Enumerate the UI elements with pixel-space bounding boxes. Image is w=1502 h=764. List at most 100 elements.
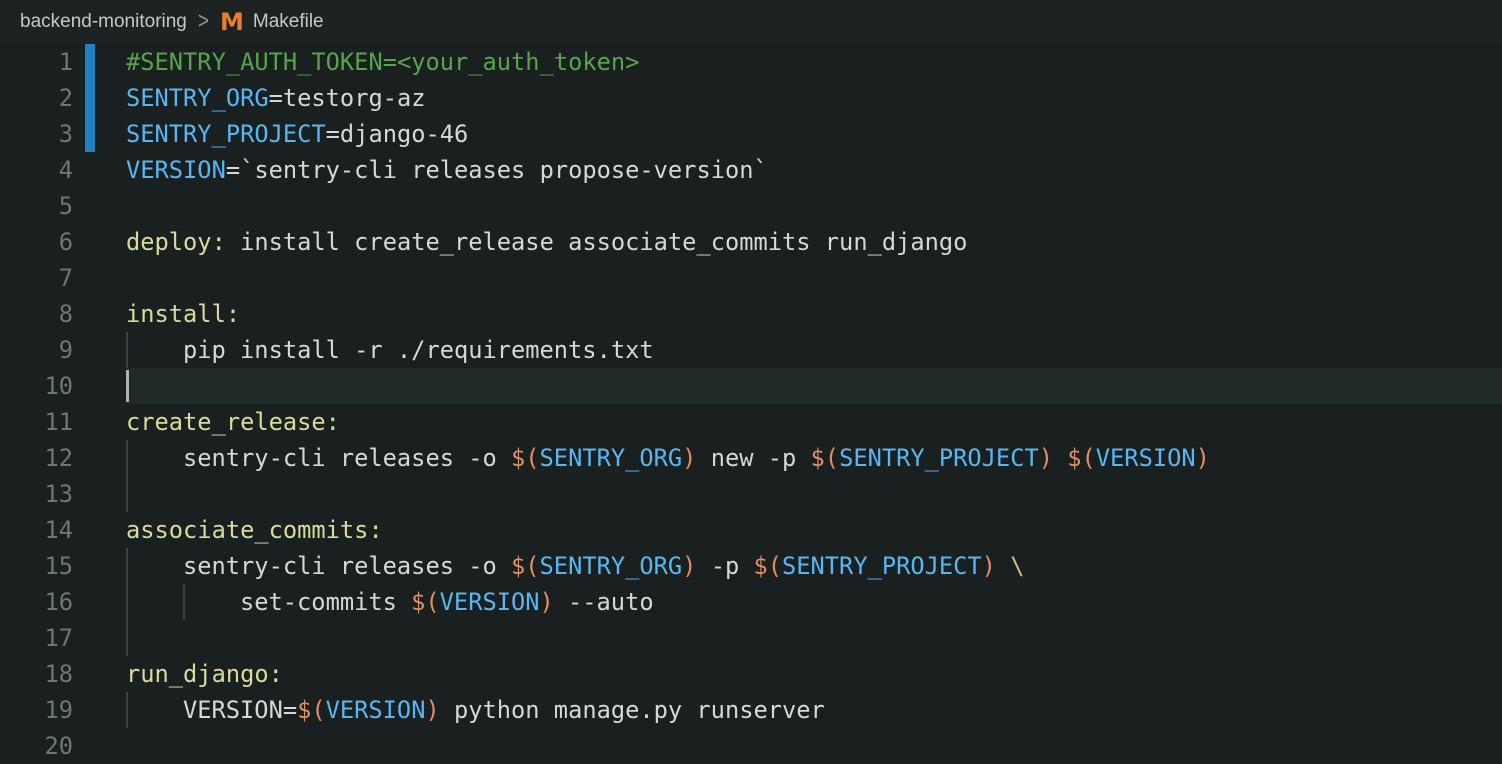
- indent-guide: [126, 476, 128, 512]
- line-number: 16: [0, 584, 73, 620]
- editor[interactable]: 1 #SENTRY_AUTH_TOKEN=<your_auth_token> 2 SE…: [0, 44, 1502, 764]
- token-text: set-commits: [240, 588, 411, 616]
- token-text: VERSION=: [183, 696, 297, 724]
- code-line[interactable]: 16 set-commits $(VERSION) --auto: [0, 584, 1502, 620]
- code-line[interactable]: 8 install:: [0, 296, 1502, 332]
- line-code: SENTRY_PROJECT=django-46: [126, 116, 468, 152]
- line-code: VERSION=$(VERSION) python manage.py runs…: [126, 692, 825, 728]
- line-code: SENTRY_ORG=testorg-az: [126, 80, 426, 116]
- token-variable: SENTRY_ORG: [126, 84, 269, 112]
- token-target: deploy:: [126, 228, 226, 256]
- line-number: 20: [0, 728, 73, 764]
- chevron-right-icon: >: [198, 8, 209, 36]
- makefile-icon: M: [220, 10, 244, 34]
- token-punct: ): [982, 552, 996, 580]
- token-variable: VERSION: [1096, 444, 1196, 472]
- line-number: 14: [0, 512, 73, 548]
- line-code: sentry-cli releases -o $(SENTRY_ORG) new…: [126, 440, 1210, 476]
- token-target: associate_commits:: [126, 516, 383, 544]
- code-line[interactable]: 1 #SENTRY_AUTH_TOKEN=<your_auth_token>: [0, 44, 1502, 80]
- breadcrumb-bar: backend-monitoring > M Makefile: [0, 0, 1502, 44]
- token-variable: SENTRY_PROJECT: [126, 120, 326, 148]
- code-line[interactable]: 19 VERSION=$(VERSION) python manage.py ru…: [0, 692, 1502, 728]
- code-line[interactable]: 12sentry-cli releases -o $(SENTRY_ORG) n…: [0, 440, 1502, 476]
- token-variable: SENTRY_PROJECT: [839, 444, 1039, 472]
- line-code: associate_commits:: [126, 512, 383, 548]
- token-target: run_django:: [126, 660, 283, 688]
- line-code: create_release:: [126, 404, 340, 440]
- token-punct: ): [1039, 444, 1053, 472]
- code-line[interactable]: 10: [0, 368, 1502, 404]
- line-number: 17: [0, 620, 73, 656]
- line-code: #SENTRY_AUTH_TOKEN=<your_auth_token>: [126, 44, 639, 80]
- token-punct: ): [682, 552, 696, 580]
- line-number: 1: [0, 44, 73, 80]
- code-line[interactable]: 2 SENTRY_ORG=testorg-az: [0, 80, 1502, 116]
- token-punct: ): [682, 444, 696, 472]
- git-modified-indicator: [85, 116, 95, 152]
- token-variable: VERSION: [440, 588, 540, 616]
- line-code: VERSION=`sentry-cli releases propose-ver…: [126, 152, 768, 188]
- line-number: 9: [0, 332, 73, 368]
- line-number: 11: [0, 404, 73, 440]
- code-line[interactable]: 9 pip install -r ./requirements.txt: [0, 332, 1502, 368]
- token-text: sentry-cli releases -o: [183, 444, 511, 472]
- line-number: 2: [0, 80, 73, 116]
- line-number: 4: [0, 152, 73, 188]
- token-text: --auto: [554, 588, 654, 616]
- code-line[interactable]: 14 associate_commits:: [0, 512, 1502, 548]
- token-punct: $(: [411, 588, 440, 616]
- line-code: run_django:: [126, 656, 283, 692]
- line-code: install:: [126, 296, 240, 332]
- line-number: 5: [0, 188, 73, 224]
- token-target: create_release:: [126, 408, 340, 436]
- token-punct: ): [425, 696, 439, 724]
- token-text: -p: [696, 552, 753, 580]
- line-number: 13: [0, 476, 73, 512]
- code-line[interactable]: 7: [0, 260, 1502, 296]
- line-number: 3: [0, 116, 73, 152]
- token-target: install:: [126, 300, 240, 328]
- token-text: pip install -r ./requirements.txt: [183, 336, 654, 364]
- token-escape: \: [1010, 552, 1024, 580]
- text-cursor: [126, 370, 129, 402]
- current-line-highlight: [126, 368, 1502, 404]
- git-modified-indicator: [85, 80, 95, 116]
- git-modified-indicator: [85, 44, 95, 80]
- code-line[interactable]: 4 VERSION=`sentry-cli releases propose-ve…: [0, 152, 1502, 188]
- token-text: install create_release associate_commits…: [226, 228, 968, 256]
- breadcrumb-file-crumb[interactable]: M Makefile: [220, 10, 324, 34]
- code-line[interactable]: 17: [0, 620, 1502, 656]
- line-number: 10: [0, 368, 73, 404]
- token-punct: $(: [753, 552, 782, 580]
- line-number: 19: [0, 692, 73, 728]
- token-variable: SENTRY_ORG: [540, 552, 683, 580]
- code-line[interactable]: 20: [0, 728, 1502, 764]
- token-text: python manage.py runserver: [440, 696, 825, 724]
- token-punct: $(: [1067, 444, 1096, 472]
- token-text: [996, 552, 1010, 580]
- line-number: 8: [0, 296, 73, 332]
- code-line[interactable]: 3 SENTRY_PROJECT=django-46: [0, 116, 1502, 152]
- token-punct: ): [540, 588, 554, 616]
- token-text: =testorg-az: [269, 84, 426, 112]
- code-line[interactable]: 18 run_django:: [0, 656, 1502, 692]
- token-variable: SENTRY_PROJECT: [782, 552, 982, 580]
- token-variable: SENTRY_ORG: [540, 444, 683, 472]
- line-code: sentry-cli releases -o $(SENTRY_ORG) -p …: [126, 548, 1024, 584]
- token-text: [1053, 444, 1067, 472]
- code-line[interactable]: 15sentry-cli releases -o $(SENTRY_ORG) -…: [0, 548, 1502, 584]
- line-number: 7: [0, 260, 73, 296]
- code-line[interactable]: 5: [0, 188, 1502, 224]
- breadcrumb-project[interactable]: backend-monitoring: [20, 11, 187, 33]
- code-line[interactable]: 11 create_release:: [0, 404, 1502, 440]
- token-text: =`sentry-cli releases propose-version`: [226, 156, 768, 184]
- line-number: 6: [0, 224, 73, 260]
- token-punct: $(: [511, 552, 540, 580]
- token-punct: $(: [511, 444, 540, 472]
- code-line[interactable]: 13: [0, 476, 1502, 512]
- code-line[interactable]: 6 deploy: install create_release associat…: [0, 224, 1502, 260]
- line-code: deploy: install create_release associate…: [126, 224, 967, 260]
- token-punct: $(: [297, 696, 326, 724]
- line-number: 18: [0, 656, 73, 692]
